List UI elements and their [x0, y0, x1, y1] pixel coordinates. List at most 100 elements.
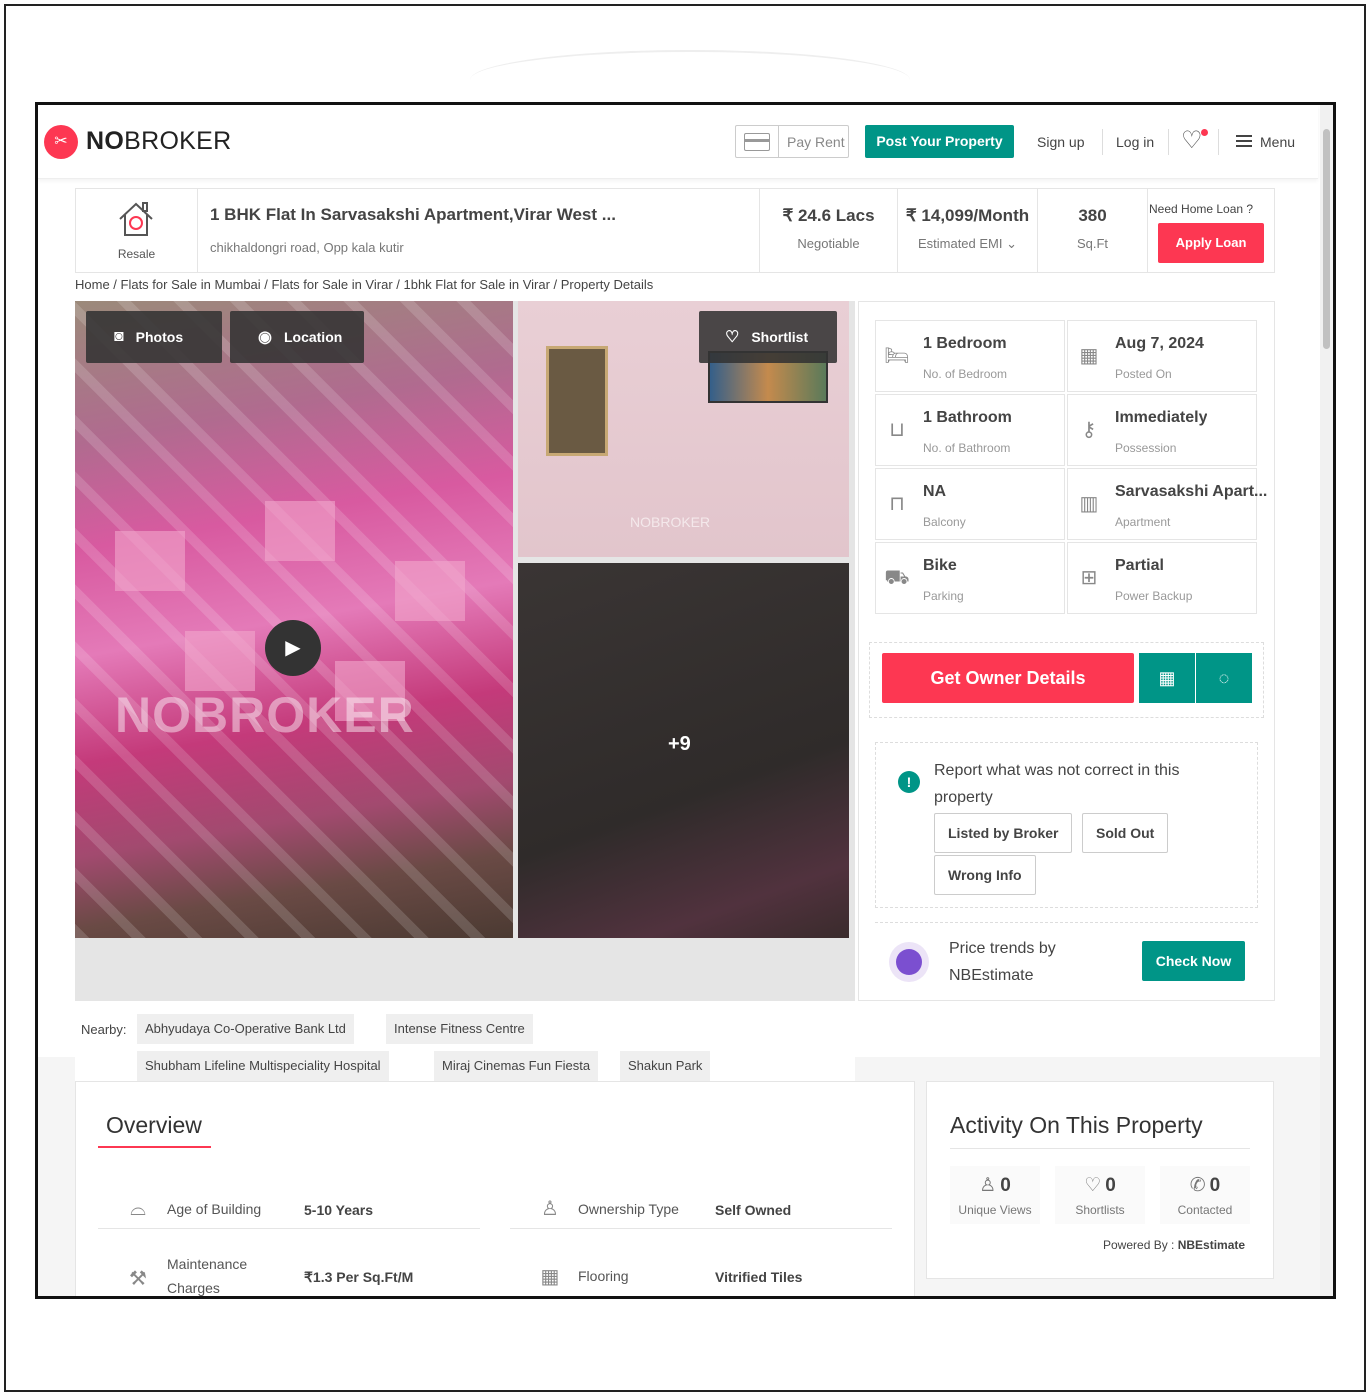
nearby-place-chip[interactable]: Shakun Park: [620, 1051, 711, 1081]
phone-icon: ✆: [1189, 1175, 1206, 1196]
shortlist-heart-icon[interactable]: ♡: [1181, 129, 1203, 153]
area-unit: Sq.Ft: [1076, 236, 1109, 251]
overview-underline: [98, 1146, 211, 1148]
photos-button[interactable]: ◙ Photos: [86, 311, 222, 363]
emi-label: Estimated EMI ⌄: [917, 236, 1018, 251]
person-icon: ♙: [979, 1175, 997, 1196]
chat-bubble-icon: ◌: [1218, 668, 1230, 688]
nobroker-logo[interactable]: NOBROKER: [86, 127, 232, 156]
browser-screen: ✂ NOBROKER Pay Rent Post Your Property S…: [35, 102, 1336, 1299]
pay-rent-button[interactable]: Pay Rent: [735, 125, 849, 158]
bedsheet-pattern: [115, 531, 185, 591]
nearby-places: Nearby: Abhyudaya Co-Operative Bank Ltd …: [75, 1008, 855, 1082]
property-title: 1 BHK Flat In Sarvasakshi Apartment,Vira…: [210, 205, 616, 224]
heart-icon: ♡: [1084, 1175, 1102, 1196]
report-box: ! Report what was not correct in this pr…: [875, 742, 1258, 908]
more-photos-tile[interactable]: +9: [518, 563, 849, 938]
flooring-value: Vitrified Tiles: [715, 1269, 803, 1285]
location-button[interactable]: ◉ Location: [230, 311, 364, 363]
detail-apartment: ▥ Sarvasakshi Apart... Apartment: [1067, 468, 1267, 540]
price-trends-box: Price trends by NBEstimate Check Now: [875, 922, 1258, 998]
nearby-place-chip[interactable]: Miraj Cinemas Fun Fiesta: [434, 1051, 599, 1081]
divider: [98, 1228, 480, 1229]
price-block: ₹ 24.6 Lacs Negotiable: [759, 189, 897, 272]
wrong-info-button[interactable]: Wrong Info: [934, 855, 1036, 895]
nobroker-watermark: NOBROKER: [115, 687, 415, 743]
background-globe: [470, 50, 910, 110]
price-negotiable: Negotiable: [797, 236, 860, 251]
property-title-bar: Resale 1 BHK Flat In Sarvasakshi Apartme…: [75, 188, 1275, 273]
schedule-visit-button[interactable]: ▦: [1139, 653, 1195, 703]
chart-icon: [889, 942, 929, 982]
sign-up-link[interactable]: Sign up: [1037, 134, 1084, 150]
play-video-icon[interactable]: ▶: [265, 620, 321, 676]
ownership-type-value: Self Owned: [715, 1202, 792, 1218]
notification-dot: [1201, 129, 1208, 136]
shortlist-button[interactable]: ♡ Shortlist: [699, 311, 837, 363]
chevron-down-icon: ⌄: [1006, 236, 1018, 251]
divider: [950, 1148, 1250, 1149]
check-now-button[interactable]: Check Now: [1142, 941, 1245, 981]
bathtub-icon: ⊔: [889, 419, 905, 441]
more-photos-count: +9: [668, 733, 691, 755]
tools-icon: ⚒: [129, 1268, 147, 1290]
nearby-place-chip[interactable]: Intense Fitness Centre: [386, 1014, 533, 1044]
emi-block[interactable]: ₹ 14,099/Month Estimated EMI ⌄: [897, 189, 1037, 272]
nearby-place-chip[interactable]: Abhyudaya Co-Operative Bank Ltd: [137, 1014, 354, 1044]
age-of-building-label: Age of Building: [167, 1201, 262, 1217]
maintenance-charges-value: ₹1.3 Per Sq.Ft/M: [304, 1269, 414, 1285]
area-block: 380 Sq.Ft: [1037, 189, 1147, 272]
sold-out-button[interactable]: Sold Out: [1082, 813, 1169, 853]
key-icon: ⚷: [1081, 419, 1097, 441]
breadcrumb[interactable]: Home / Flats for Sale in Mumbai / Flats …: [75, 277, 653, 292]
nobroker-watermark: NOBROKER: [630, 514, 711, 530]
divider: [1218, 129, 1219, 155]
detail-bathroom: ⊔ 1 Bathroom No. of Bathroom: [875, 394, 1065, 466]
price-trends-text: Price trends by NBEstimate: [949, 940, 1056, 984]
tiles-icon: ▦: [540, 1266, 560, 1288]
activity-section: Activity On This Property ♙ 0 Unique View…: [926, 1081, 1274, 1279]
nearby-label: Nearby:: [81, 1022, 127, 1037]
property-address: chikhaldongri road, Opp kala kutir: [210, 240, 404, 255]
scrollbar-thumb[interactable]: [1323, 129, 1330, 349]
bedsheet-pattern: [185, 631, 255, 691]
area-value: 380: [1078, 206, 1107, 225]
top-header: ✂ NOBROKER Pay Rent Post Your Property S…: [38, 105, 1318, 179]
photo-gallery: NOBROKER ▶ NOBROKER +9 ◙ Photos ◉ Location…: [75, 301, 855, 1001]
resale-label: Resale: [117, 247, 156, 261]
report-text: Report what was not correct in this prop…: [934, 762, 1180, 806]
camera-icon: ◙: [114, 328, 124, 345]
post-property-button[interactable]: Post Your Property: [865, 125, 1014, 158]
nobroker-logo-icon[interactable]: ✂: [44, 125, 78, 159]
detail-parking: ⛟ Bike Parking: [875, 542, 1065, 614]
nearby-place-chip[interactable]: Shubham Lifeline Multispeciality Hospita…: [137, 1051, 389, 1081]
chat-button[interactable]: ◌: [1196, 653, 1252, 703]
main-photo[interactable]: NOBROKER ▶: [75, 301, 513, 938]
house-icon: [119, 202, 153, 236]
bed-icon: 🛏: [884, 345, 910, 367]
home-loan-question: Need Home Loan ?: [1149, 202, 1254, 216]
detail-power-backup: ⊞ Partial Power Backup: [1067, 542, 1257, 614]
price-value: ₹ 24.6 Lacs: [782, 206, 875, 225]
cake-icon: ⌓: [130, 1198, 146, 1220]
calendar-icon: ▦: [1158, 668, 1176, 688]
menu-link[interactable]: Menu: [1260, 134, 1295, 150]
bedsheet-pattern: [395, 561, 465, 621]
hamburger-menu-icon[interactable]: [1236, 135, 1252, 147]
balcony-icon: ⊓: [889, 493, 905, 515]
get-owner-details-button[interactable]: Get Owner Details: [882, 653, 1134, 703]
details-grid: 🛏 1 Bedroom No. of Bedroom ▦ Aug 7, 2024…: [875, 320, 1267, 614]
log-in-link[interactable]: Log in: [1116, 134, 1154, 150]
heart-icon: ♡: [725, 329, 740, 346]
contacted-stat: ✆ 0 Contacted: [1160, 1166, 1250, 1224]
activity-title: Activity On This Property: [950, 1112, 1203, 1138]
page-scrollbar[interactable]: [1320, 105, 1333, 1296]
resale-badge: Resale: [76, 189, 198, 272]
calendar-icon: ▦: [1079, 345, 1099, 367]
apply-loan-button[interactable]: Apply Loan: [1158, 223, 1264, 263]
listed-by-broker-button[interactable]: Listed by Broker: [934, 813, 1073, 853]
shelf-image: [546, 346, 608, 456]
divider: [510, 1228, 892, 1229]
shortlists-stat: ♡ 0 Shortlists: [1055, 1166, 1145, 1224]
building-icon: ▥: [1079, 493, 1099, 515]
